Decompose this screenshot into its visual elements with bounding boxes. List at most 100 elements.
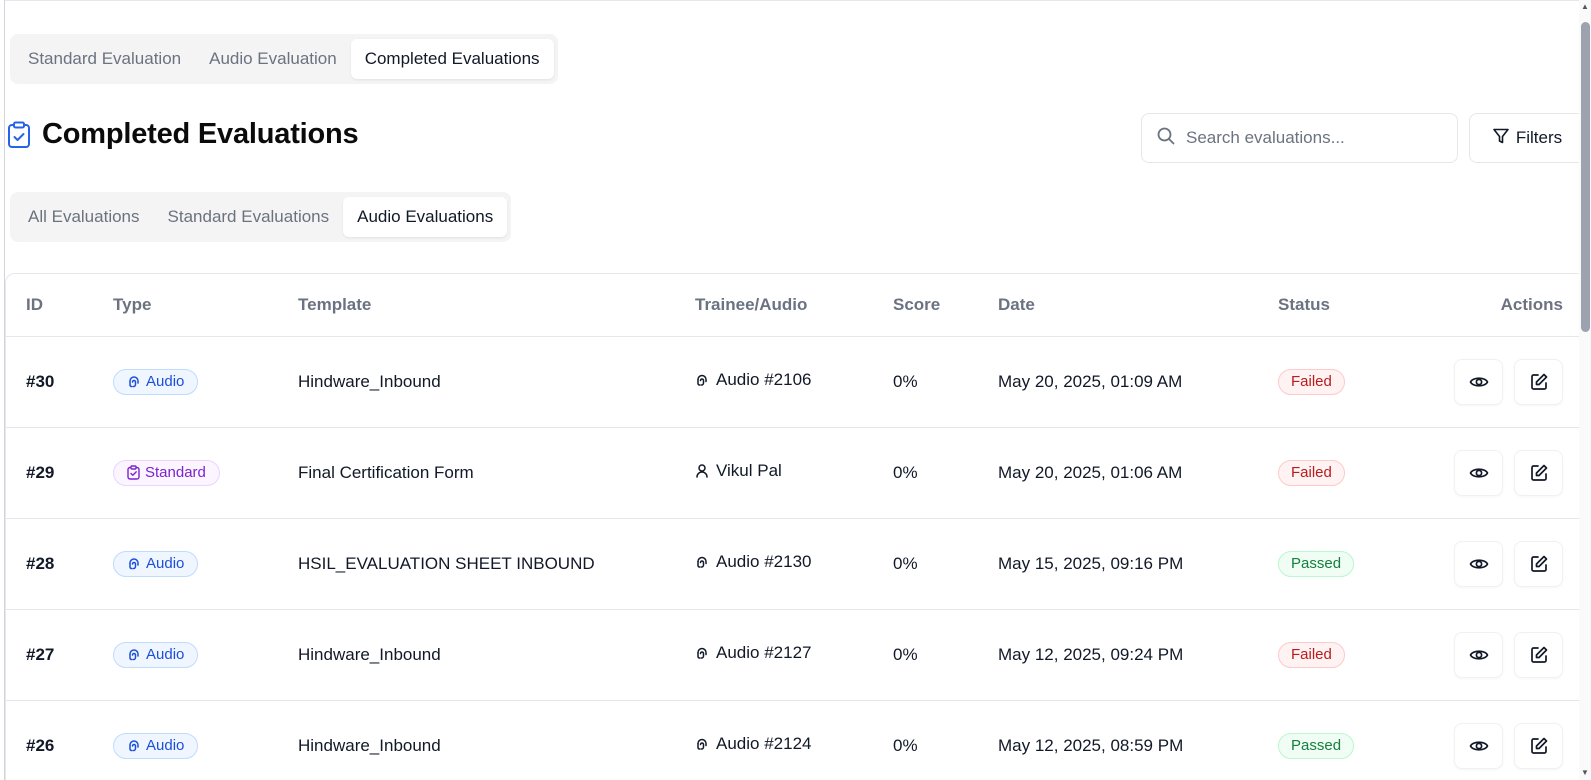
headphones-icon <box>695 645 709 661</box>
main-tabs: Standard Evaluation Audio Evaluation Com… <box>10 34 558 84</box>
row-id: #30 <box>6 336 113 428</box>
top-border <box>4 0 1591 3</box>
edit-button[interactable] <box>1514 540 1563 587</box>
row-score: 0% <box>893 700 998 780</box>
status-badge: Failed <box>1278 368 1345 395</box>
search-box[interactable] <box>1141 113 1458 163</box>
eye-icon <box>1469 372 1489 392</box>
row-id: #29 <box>6 427 113 519</box>
trainee-label: Audio #2124 <box>716 734 812 753</box>
filter-icon <box>1492 127 1510 150</box>
row-template: Hindware_Inbound <box>298 700 695 780</box>
status-badge: Passed <box>1278 732 1355 759</box>
header-id[interactable]: ID <box>6 274 113 337</box>
search-input[interactable] <box>1186 128 1436 148</box>
header-score[interactable]: Score <box>893 274 998 337</box>
scroll-up-arrow-icon[interactable]: ▲ <box>1581 2 1589 12</box>
eye-icon <box>1469 736 1489 756</box>
table-row[interactable]: #28 Audio HSIL_EVALUATION SHEET INBOUND Aud… <box>6 518 1585 610</box>
view-button[interactable] <box>1454 358 1503 405</box>
trainee-label: Vikul Pal <box>716 461 782 480</box>
row-template: Hindware_Inbound <box>298 609 695 701</box>
eye-icon <box>1469 645 1489 665</box>
filters-button[interactable]: Filters <box>1469 113 1585 163</box>
edit-icon <box>1529 554 1549 574</box>
tab-completed-evaluations[interactable]: Completed Evaluations <box>350 39 554 79</box>
table-row[interactable]: #30 Audio Hindware_Inbound Audio #2106 0% May… <box>6 336 1585 428</box>
row-trainee: Audio #2130 <box>695 552 811 572</box>
header-trainee-audio[interactable]: Trainee/Audio <box>695 274 893 337</box>
page-header: Completed Evaluations <box>6 118 359 151</box>
edit-icon <box>1529 736 1549 756</box>
row-trainee: Audio #2106 <box>695 370 811 390</box>
scrollbar-thumb[interactable] <box>1581 22 1590 332</box>
trainee-label: Audio #2130 <box>716 552 812 571</box>
table-row[interactable]: #29 Standard Final Certification Form Vikul… <box>6 427 1585 519</box>
type-label: Audio <box>146 373 185 390</box>
type-badge: Audio <box>113 641 199 668</box>
tab-audio-evaluation[interactable]: Audio Evaluation <box>195 39 351 79</box>
row-score: 0% <box>893 336 998 428</box>
row-date: May 12, 2025, 08:59 PM <box>998 700 1278 780</box>
tab-standard-evaluation[interactable]: Standard Evaluation <box>14 39 195 79</box>
clipboard-check-icon <box>6 120 32 150</box>
evaluation-type-tabs: All Evaluations Standard Evaluations Aud… <box>10 192 512 242</box>
header-date[interactable]: Date <box>998 274 1278 337</box>
filters-label: Filters <box>1515 128 1563 147</box>
header-status[interactable]: Status <box>1278 274 1443 337</box>
tab-audio-evaluations[interactable]: Audio Evaluations <box>343 197 508 237</box>
row-date: May 20, 2025, 01:09 AM <box>998 336 1278 428</box>
row-actions <box>1454 449 1563 496</box>
edit-icon <box>1529 372 1549 392</box>
vertical-scrollbar[interactable]: ▲ ▼ <box>1579 0 1591 780</box>
row-trainee: Vikul Pal <box>695 461 782 481</box>
trainee-label: Audio #2106 <box>716 370 812 389</box>
edit-button[interactable] <box>1514 631 1563 678</box>
view-button[interactable] <box>1454 540 1503 587</box>
search-icon <box>1156 126 1176 151</box>
row-template: Hindware_Inbound <box>298 336 695 428</box>
row-template: Final Certification Form <box>298 427 695 519</box>
eye-icon <box>1469 554 1489 574</box>
table-header-row: ID Type Template Trainee/Audio Score Dat… <box>6 274 1585 337</box>
row-date: May 20, 2025, 01:06 AM <box>998 427 1278 519</box>
row-date: May 12, 2025, 09:24 PM <box>998 609 1278 701</box>
row-actions <box>1454 540 1563 587</box>
row-id: #28 <box>6 518 113 610</box>
headphones-icon <box>695 736 709 752</box>
row-trainee: Audio #2127 <box>695 643 811 663</box>
row-score: 0% <box>893 609 998 701</box>
header-template[interactable]: Template <box>298 274 695 337</box>
row-id: #26 <box>6 700 113 780</box>
type-badge: Standard <box>113 459 220 486</box>
row-actions <box>1454 722 1563 769</box>
edit-icon <box>1529 463 1549 483</box>
row-score: 0% <box>893 518 998 610</box>
user-icon <box>695 463 709 479</box>
tab-all-evaluations[interactable]: All Evaluations <box>14 197 154 237</box>
view-button[interactable] <box>1454 449 1503 496</box>
edit-button[interactable] <box>1514 449 1563 496</box>
table-row[interactable]: #27 Audio Hindware_Inbound Audio #2127 0% May… <box>6 609 1585 701</box>
row-id: #27 <box>6 609 113 701</box>
tab-standard-evaluations[interactable]: Standard Evaluations <box>154 197 344 237</box>
headphones-icon <box>127 738 141 753</box>
row-date: May 15, 2025, 09:16 PM <box>998 518 1278 610</box>
scroll-down-arrow-icon[interactable]: ▼ <box>1581 768 1589 778</box>
view-button[interactable] <box>1454 631 1503 678</box>
page-title: Completed Evaluations <box>42 118 359 150</box>
row-actions <box>1454 631 1563 678</box>
edit-button[interactable] <box>1514 358 1563 405</box>
header-type[interactable]: Type <box>113 274 298 337</box>
trainee-label: Audio #2127 <box>716 643 812 662</box>
eye-icon <box>1469 463 1489 483</box>
table-row[interactable]: #26 Audio Hindware_Inbound Audio #2124 0% May… <box>6 700 1585 780</box>
clipboard-check-icon <box>127 465 140 480</box>
type-label: Standard <box>145 464 206 481</box>
row-actions <box>1454 358 1563 405</box>
edit-icon <box>1529 645 1549 665</box>
headphones-icon <box>695 554 709 570</box>
edit-button[interactable] <box>1514 722 1563 769</box>
type-label: Audio <box>146 646 185 663</box>
view-button[interactable] <box>1454 722 1503 769</box>
